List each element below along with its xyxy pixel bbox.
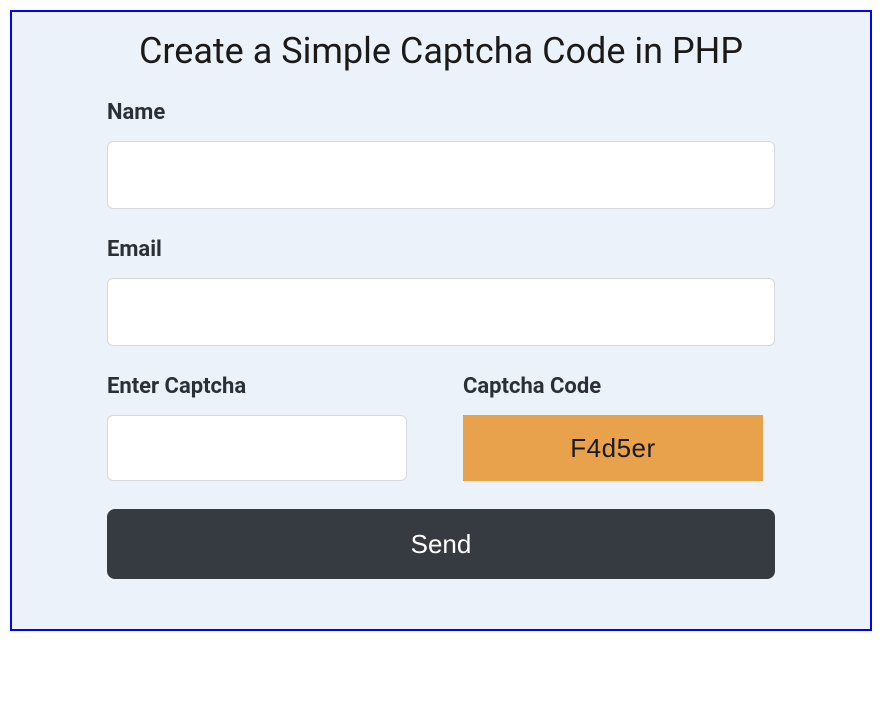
name-input[interactable] — [107, 141, 775, 209]
form-wrapper: Name Email Enter Captcha Captcha Code F4… — [52, 100, 830, 579]
enter-captcha-group: Enter Captcha — [107, 374, 407, 481]
captcha-row: Enter Captcha Captcha Code F4d5er — [107, 374, 775, 481]
email-label: Email — [107, 237, 775, 262]
enter-captcha-label: Enter Captcha — [107, 374, 407, 399]
form-container: Create a Simple Captcha Code in PHP Name… — [10, 10, 872, 631]
email-input[interactable] — [107, 278, 775, 346]
captcha-code-group: Captcha Code F4d5er — [463, 374, 763, 481]
captcha-code-display: F4d5er — [463, 415, 763, 481]
name-group: Name — [107, 100, 775, 209]
captcha-code-label: Captcha Code — [463, 374, 763, 399]
page-title: Create a Simple Captcha Code in PHP — [52, 30, 830, 72]
captcha-input[interactable] — [107, 415, 407, 481]
email-group: Email — [107, 237, 775, 346]
send-button[interactable]: Send — [107, 509, 775, 579]
name-label: Name — [107, 100, 775, 125]
